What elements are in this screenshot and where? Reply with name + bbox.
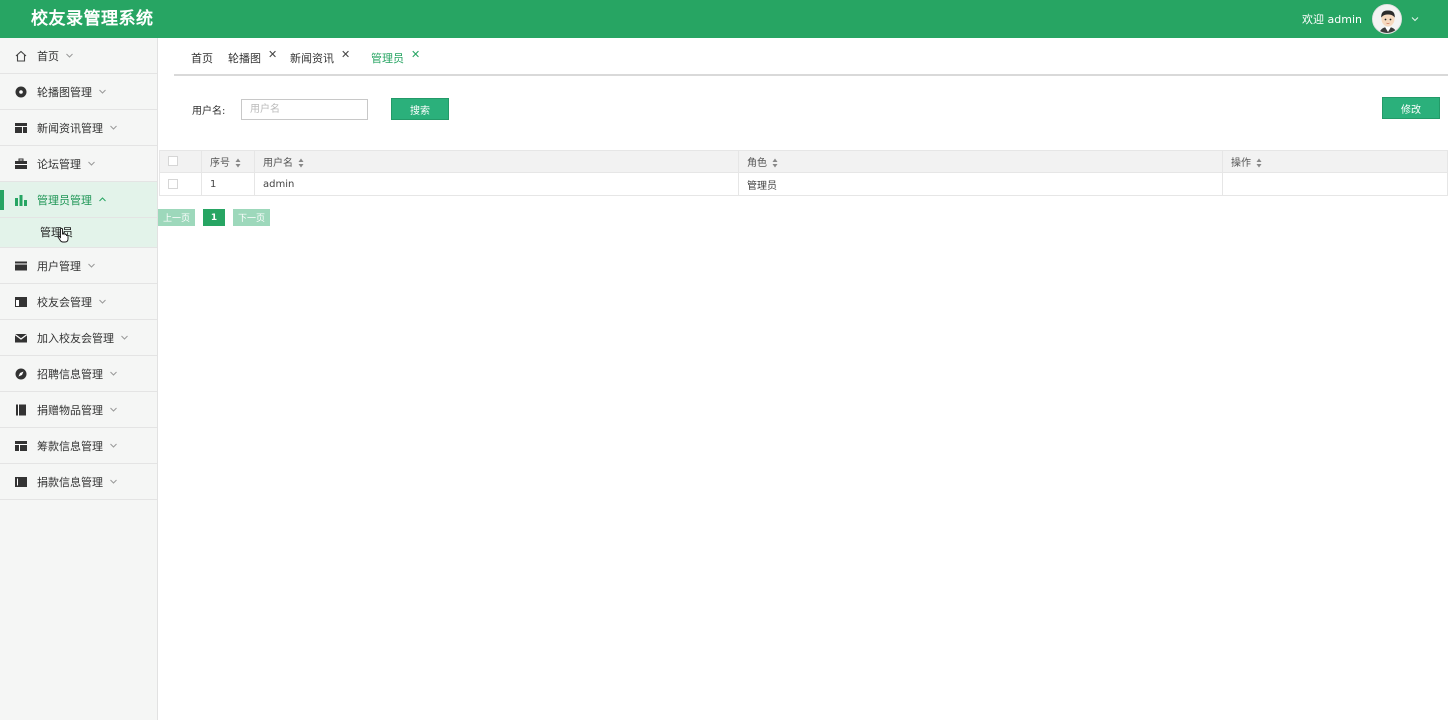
home-icon <box>14 49 28 63</box>
tab-admin[interactable]: 管理员 <box>371 38 404 76</box>
table-header-row: 序号 用户名 角色 操作 <box>159 150 1448 173</box>
briefcase-icon <box>14 157 28 171</box>
tab-news-close-icon[interactable]: ✕ <box>341 49 350 60</box>
cell-ops <box>1222 172 1448 196</box>
sidebar-item-label: 筹款信息管理 <box>37 439 103 453</box>
sidebar-subitem-admin[interactable]: 管理员 <box>0 218 157 248</box>
sidebar-item-fundraising[interactable]: 筹款信息管理 <box>0 428 157 464</box>
sidebar-item-label: 校友会管理 <box>37 295 92 309</box>
cell-username: admin <box>254 172 739 196</box>
bar-chart-icon <box>14 193 28 207</box>
chevron-down-icon <box>88 161 95 166</box>
username-search-input[interactable] <box>241 99 368 120</box>
tab-admin-close-icon[interactable]: ✕ <box>411 49 420 60</box>
sidebar-item-admin-management[interactable]: 管理员管理 <box>0 182 157 218</box>
sidebar-item-users[interactable]: 用户管理 <box>0 248 157 284</box>
layout-icon <box>14 121 28 135</box>
sidebar-item-forum[interactable]: 论坛管理 <box>0 146 157 182</box>
tab-bar: 首页 轮播图 ✕ 新闻资讯 ✕ 管理员 ✕ <box>174 38 1448 76</box>
sidebar-item-news[interactable]: 新闻资讯管理 <box>0 110 157 146</box>
sidebar-item-label: 论坛管理 <box>37 157 81 171</box>
sidebar: 首页 轮播图管理 新闻资讯管理 论坛管理 管理员管理 管理员 用户管理 校友会管… <box>0 38 158 720</box>
sidebar-item-recruitment[interactable]: 招聘信息管理 <box>0 356 157 392</box>
chevron-down-icon <box>99 299 106 304</box>
avatar-icon <box>1373 5 1401 33</box>
user-menu[interactable]: 欢迎 admin <box>1302 0 1420 38</box>
grid-icon <box>14 439 28 453</box>
hand-cursor-icon <box>57 227 69 243</box>
search-button[interactable]: 搜索 <box>391 98 449 120</box>
cell-index: 1 <box>201 172 255 196</box>
compass-icon <box>14 367 28 381</box>
welcome-text: 欢迎 admin <box>1302 13 1362 26</box>
tab-news[interactable]: 新闻资讯 <box>290 38 334 76</box>
sidebar-item-label: 加入校友会管理 <box>37 331 114 345</box>
sidebar-item-donations[interactable]: 捐款信息管理 <box>0 464 157 500</box>
chevron-down-icon <box>99 89 106 94</box>
sort-icon <box>298 158 304 168</box>
chevron-down-icon <box>110 443 117 448</box>
sidebar-item-label: 管理员管理 <box>37 193 92 207</box>
book-icon <box>14 403 28 417</box>
sidebar-item-label: 招聘信息管理 <box>37 367 103 381</box>
chevron-up-icon <box>99 197 106 202</box>
sidebar-item-label: 首页 <box>37 49 59 63</box>
table-row[interactable]: 1 admin 管理员 <box>159 172 1448 196</box>
chevron-down-icon <box>110 371 117 376</box>
sidebar-item-label: 捐赠物品管理 <box>37 403 103 417</box>
sidebar-item-label: 新闻资讯管理 <box>37 121 103 135</box>
row-checkbox[interactable] <box>168 178 178 189</box>
table-icon <box>14 295 28 309</box>
chevron-down-icon <box>121 335 128 340</box>
sidebar-item-join-association[interactable]: 加入校友会管理 <box>0 320 157 356</box>
tab-home[interactable]: 首页 <box>191 38 213 76</box>
chevron-down-icon <box>88 263 95 268</box>
cell-role: 管理员 <box>738 172 1223 196</box>
chevron-down-icon <box>110 479 117 484</box>
search-label: 用户名: <box>192 106 226 117</box>
sort-icon <box>235 158 241 168</box>
tab-carousel-close-icon[interactable]: ✕ <box>268 49 277 60</box>
edit-button[interactable]: 修改 <box>1382 97 1440 119</box>
column-header-ops[interactable]: 操作 <box>1222 150 1448 173</box>
chevron-down-icon <box>66 53 73 58</box>
chevron-down-icon <box>110 125 117 130</box>
row-select-cell <box>159 172 202 196</box>
tab-carousel[interactable]: 轮播图 <box>228 38 261 76</box>
top-header: 校友录管理系统 欢迎 admin <box>0 0 1448 38</box>
sidebar-item-alumni-association[interactable]: 校友会管理 <box>0 284 157 320</box>
disc-icon <box>14 85 28 99</box>
chevron-down-icon <box>110 407 117 412</box>
column-header-index[interactable]: 序号 <box>201 150 255 173</box>
sidebar-item-label: 用户管理 <box>37 259 81 273</box>
envelope-icon <box>14 331 28 345</box>
select-all-checkbox[interactable] <box>168 156 178 166</box>
sidebar-item-carousel[interactable]: 轮播图管理 <box>0 74 157 110</box>
column-header-role[interactable]: 角色 <box>738 150 1223 173</box>
admin-table: 序号 用户名 角色 操作 1 admin 管理员 <box>159 150 1448 196</box>
select-all-cell <box>159 150 202 173</box>
sort-icon <box>1256 158 1262 168</box>
sidebar-item-label: 轮播图管理 <box>37 85 92 99</box>
card-icon <box>14 259 28 273</box>
app-title: 校友录管理系统 <box>31 9 154 29</box>
next-page-button[interactable]: 下一页 <box>233 209 270 226</box>
panel-icon <box>14 475 28 489</box>
avatar[interactable] <box>1372 4 1402 34</box>
chevron-down-icon[interactable] <box>1410 14 1420 24</box>
sidebar-item-donated-items[interactable]: 捐赠物品管理 <box>0 392 157 428</box>
sidebar-item-home[interactable]: 首页 <box>0 38 157 74</box>
sort-icon <box>772 158 778 168</box>
page-number-button[interactable]: 1 <box>203 209 225 226</box>
prev-page-button[interactable]: 上一页 <box>158 209 195 226</box>
sidebar-item-label: 捐款信息管理 <box>37 475 103 489</box>
column-header-username[interactable]: 用户名 <box>254 150 739 173</box>
